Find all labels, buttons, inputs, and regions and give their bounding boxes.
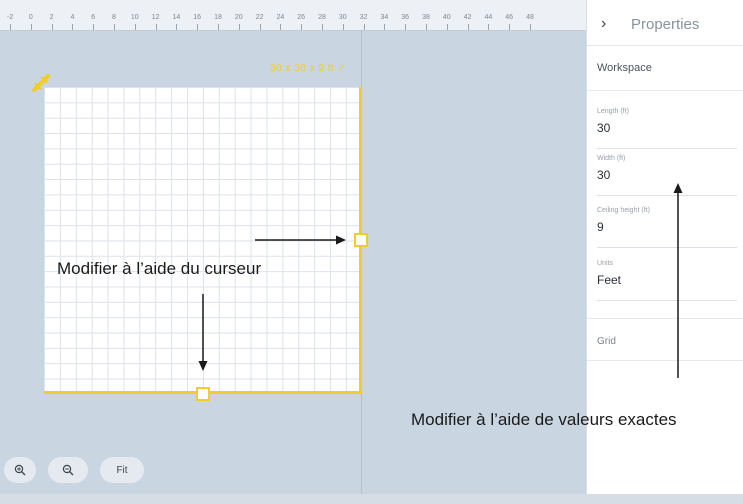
panel-header: › Properties [587,0,743,46]
ruler-label: 30 [338,14,347,21]
length-field[interactable]: Length (ft) 30 [597,108,737,149]
chevron-right-icon[interactable]: › [601,16,606,32]
grid-section-label[interactable]: Grid [597,336,616,347]
arrow-up-to-fields [673,183,683,378]
ruler-tick [51,24,53,30]
ruler-label: 42 [463,14,472,21]
ruler-label: 22 [255,14,264,21]
ruler-label: 34 [380,14,389,21]
ruler-label: -2 [6,14,14,21]
ruler-label: 44 [484,14,493,21]
ruler-tick [488,24,490,30]
zoom-out-icon [62,464,74,476]
ruler-label: 24 [276,14,285,21]
zoom-in-icon [14,464,26,476]
ruler-label: 4 [70,14,75,21]
ruler-tick [259,24,261,30]
divider [587,318,743,319]
ruler-label: 32 [359,14,368,21]
ruler-label: 12 [151,14,160,21]
ruler-tick [405,24,407,30]
width-label: Width (ft) [597,155,626,162]
length-label: Length (ft) [597,108,629,115]
ruler-label: 2 [49,14,54,21]
ruler-tick [197,24,199,30]
ruler-tick [467,24,469,30]
ruler-tick [155,24,157,30]
ruler-label: 28 [318,14,326,21]
annotation-cursor: Modifier à l’aide du curseur [57,259,262,278]
resize-handle-bottom[interactable] [196,387,210,401]
units-label: Units [597,260,613,267]
arrow-right-to-handle [255,235,346,245]
ruler-label: 16 [193,14,202,21]
ruler-label: 0 [28,14,33,21]
ruler-tick [322,24,323,30]
units-value[interactable]: Feet [597,273,621,287]
arrow-down-to-handle [198,294,208,371]
units-select[interactable]: Units Feet [597,260,737,301]
divider [587,90,743,91]
ruler-tick [134,24,136,30]
width-value[interactable]: 30 [597,168,610,182]
ruler-tick [218,24,219,30]
annotation-exact-values: Modifier à l’aide de valeurs exactes [411,410,677,429]
room-dimensions-label: 30 x 30 x 9 ft ✓ [270,63,347,74]
fit-button[interactable]: Fit [100,457,144,483]
ruler-tick [426,24,427,30]
ceiling-height-value[interactable]: 9 [597,220,604,234]
section-heading-workspace: Workspace [597,62,652,74]
ruler-label: 38 [422,14,430,21]
width-field[interactable]: Width (ft) 30 [597,155,737,196]
ruler-label: 26 [297,14,306,21]
zoom-in-button[interactable] [4,457,36,483]
horizontal-ruler: -2 0 2 4 6 8 10 12 14 16 18 20 22 24 26 28 30 32 34 36 38 40 4… [0,0,586,31]
ruler-tick [114,24,115,30]
ruler-label: 18 [214,14,222,21]
ruler-tick [238,24,240,30]
ruler-label: 20 [234,14,243,21]
length-value[interactable]: 30 [597,121,610,135]
ceiling-height-field[interactable]: Ceiling height (ft) 9 [597,207,737,248]
ruler-tick [384,24,386,30]
ruler-label: 48 [526,14,534,21]
bottom-strip [0,494,743,504]
ruler-label: 6 [91,14,96,21]
ruler-label: 40 [442,14,451,21]
ruler-tick [509,24,511,30]
resize-handle-right[interactable] [354,233,368,247]
ruler-label: 46 [505,14,514,21]
ruler-tick [30,24,32,30]
ruler-tick [10,24,11,30]
ruler-tick [72,24,74,30]
ruler-tick [301,24,303,30]
ruler-tick [176,24,178,30]
zoom-out-button[interactable] [48,457,88,483]
divider [587,360,743,361]
ruler-tick [363,24,365,30]
ruler-label: 10 [130,14,139,21]
panel-title: Properties [631,16,700,33]
ruler-tick [93,24,95,30]
ruler-label: 14 [172,14,181,21]
ruler-tick [446,24,448,30]
ruler-tick [342,24,344,30]
ruler-tick [530,24,531,30]
ruler-tick [280,24,282,30]
ceiling-height-label: Ceiling height (ft) [597,207,650,214]
ruler-label: 8 [112,14,116,21]
ruler-label: 36 [401,14,410,21]
